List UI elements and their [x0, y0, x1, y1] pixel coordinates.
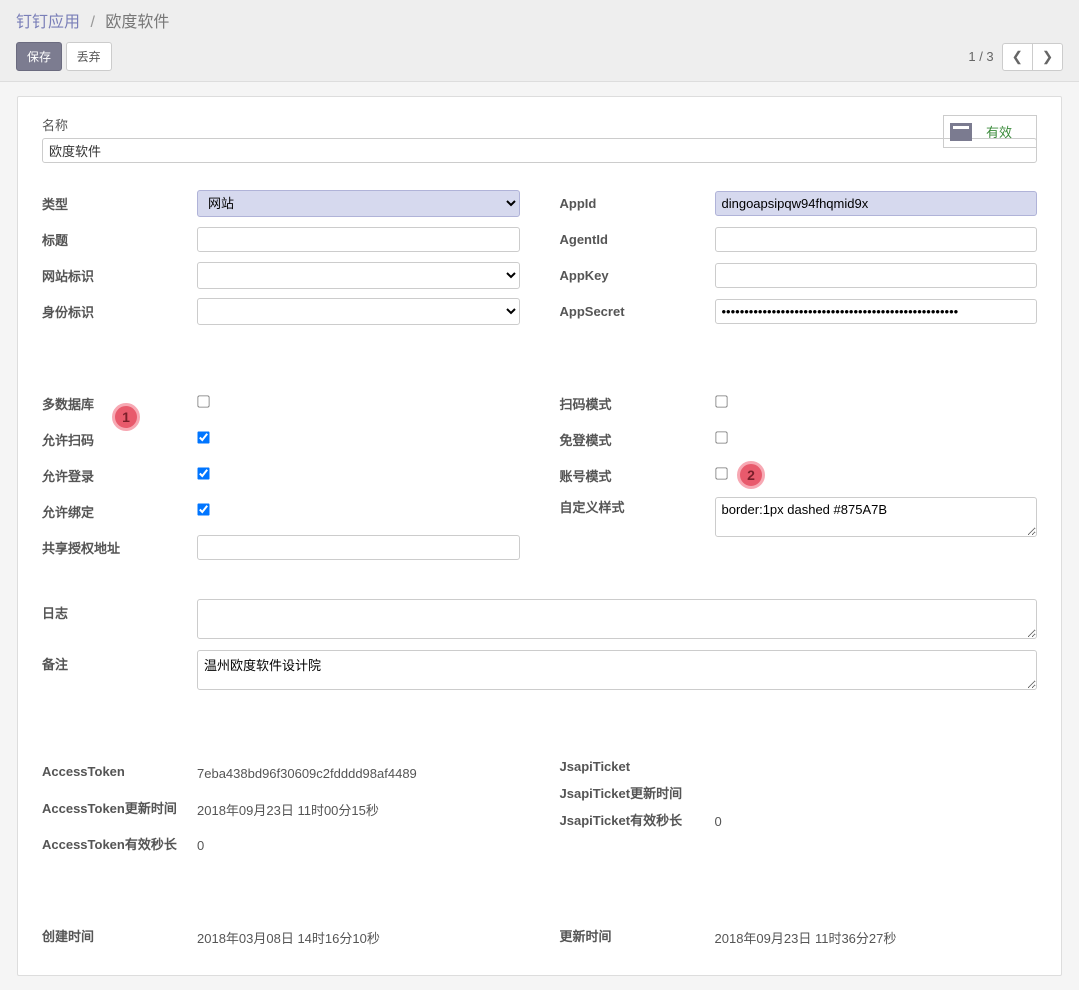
- right-col-1: AppId AgentId AppKey AppSecret: [560, 189, 1038, 333]
- status-box[interactable]: 有效: [943, 115, 1037, 148]
- share-label: 共享授权地址: [42, 538, 197, 557]
- appkey-input[interactable]: [715, 263, 1038, 288]
- right-col-3: JsapiTicket JsapiTicket更新时间 JsapiTicket有…: [560, 757, 1038, 865]
- note-textarea[interactable]: [197, 650, 1037, 690]
- breadcrumb-current: 欧度软件: [105, 14, 169, 31]
- bind-label: 允许绑定: [42, 502, 197, 521]
- account-label: 账号模式: [560, 466, 715, 485]
- multidb-checkbox[interactable]: [197, 395, 209, 407]
- header-controls: 保存 丢弃 1 / 3 ❮ ❯: [16, 42, 1063, 71]
- breadcrumb: 钉钉应用 / 欧度软件: [16, 8, 1063, 32]
- appsecret-label: AppSecret: [560, 304, 715, 319]
- pager-text: 1 / 3: [968, 49, 993, 64]
- right-col-2: 扫码模式 免登模式 账号模式 自定义样式: [560, 389, 1038, 569]
- pager: 1 / 3 ❮ ❯: [968, 43, 1063, 71]
- appsecret-input[interactable]: [715, 299, 1038, 324]
- agentid-label: AgentId: [560, 232, 715, 247]
- subject-label: 标题: [42, 230, 197, 249]
- pager-prev[interactable]: ❮: [1002, 43, 1033, 71]
- scan-label: 允许扫码: [42, 430, 197, 449]
- breadcrumb-separator: /: [90, 14, 94, 31]
- ticket-update-label: JsapiTicket更新时间: [560, 783, 715, 802]
- form-sheet: 有效 名称 类型 网站 标题 网站标识 身份标识: [17, 96, 1062, 976]
- type-select[interactable]: 网站: [197, 190, 520, 217]
- content: 有效 名称 类型 网站 标题 网站标识 身份标识: [0, 82, 1079, 990]
- login-label: 允许登录: [42, 466, 197, 485]
- style-label: 自定义样式: [560, 497, 715, 516]
- bind-checkbox[interactable]: [197, 503, 209, 515]
- created-label: 创建时间: [42, 926, 197, 945]
- note-label: 备注: [42, 650, 197, 693]
- noauth-checkbox[interactable]: [715, 431, 727, 443]
- scanmode-checkbox[interactable]: [715, 395, 727, 407]
- identity-select[interactable]: [197, 298, 520, 325]
- ticket-label: JsapiTicket: [560, 759, 715, 774]
- appid-label: AppId: [560, 196, 715, 211]
- breadcrumb-parent[interactable]: 钉钉应用: [16, 14, 80, 31]
- type-label: 类型: [42, 194, 197, 213]
- login-checkbox[interactable]: [197, 467, 209, 479]
- name-label: 名称: [42, 115, 1037, 134]
- scanmode-label: 扫码模式: [560, 394, 715, 413]
- updated-value: 2018年09月23日 11时36分27秒: [715, 924, 897, 947]
- archive-icon: [950, 123, 972, 141]
- pager-next[interactable]: ❯: [1032, 43, 1063, 71]
- action-buttons: 保存 丢弃: [16, 42, 112, 71]
- token-update-label: AccessToken更新时间: [42, 798, 197, 817]
- discard-button[interactable]: 丢弃: [66, 42, 112, 71]
- log-label: 日志: [42, 599, 197, 642]
- created-value: 2018年03月08日 14时16分10秒: [197, 924, 380, 947]
- ticket-ttl-value: 0: [715, 810, 722, 829]
- token-label: AccessToken: [42, 764, 197, 779]
- left-col-4: 创建时间 2018年03月08日 14时16分10秒: [42, 921, 520, 957]
- name-input[interactable]: [42, 138, 1037, 163]
- pager-buttons: ❮ ❯: [1002, 43, 1063, 71]
- website-label: 网站标识: [42, 266, 197, 285]
- save-button[interactable]: 保存: [16, 42, 62, 71]
- style-textarea[interactable]: [715, 497, 1038, 537]
- noauth-label: 免登模式: [560, 430, 715, 449]
- ticket-ttl-label: JsapiTicket有效秒长: [560, 810, 715, 829]
- left-col-1: 类型 网站 标题 网站标识 身份标识: [42, 189, 520, 333]
- agentid-input[interactable]: [715, 227, 1038, 252]
- identity-label: 身份标识: [42, 302, 197, 321]
- account-checkbox[interactable]: [715, 467, 727, 479]
- token-value: 7eba438bd96f30609c2fdddd98af4489: [197, 762, 417, 781]
- website-select[interactable]: [197, 262, 520, 289]
- share-input[interactable]: [197, 535, 520, 560]
- updated-label: 更新时间: [560, 926, 715, 945]
- right-col-4: 更新时间 2018年09月23日 11时36分27秒: [560, 921, 1038, 957]
- header-bar: 钉钉应用 / 欧度软件 保存 丢弃 1 / 3 ❮ ❯: [0, 0, 1079, 82]
- token-update-value: 2018年09月23日 11时00分15秒: [197, 796, 379, 819]
- token-ttl-label: AccessToken有效秒长: [42, 834, 197, 853]
- scan-checkbox[interactable]: [197, 431, 209, 443]
- status-label: 有效: [986, 122, 1012, 141]
- left-col-3: AccessToken 7eba438bd96f30609c2fdddd98af…: [42, 757, 520, 865]
- appid-input[interactable]: [715, 191, 1038, 216]
- token-ttl-value: 0: [197, 834, 204, 853]
- multidb-label: 多数据库: [42, 394, 197, 413]
- appkey-label: AppKey: [560, 268, 715, 283]
- left-col-2: 多数据库 允许扫码 允许登录 允许绑定 共享授权地址: [42, 389, 520, 569]
- subject-input[interactable]: [197, 227, 520, 252]
- log-textarea[interactable]: [197, 599, 1037, 639]
